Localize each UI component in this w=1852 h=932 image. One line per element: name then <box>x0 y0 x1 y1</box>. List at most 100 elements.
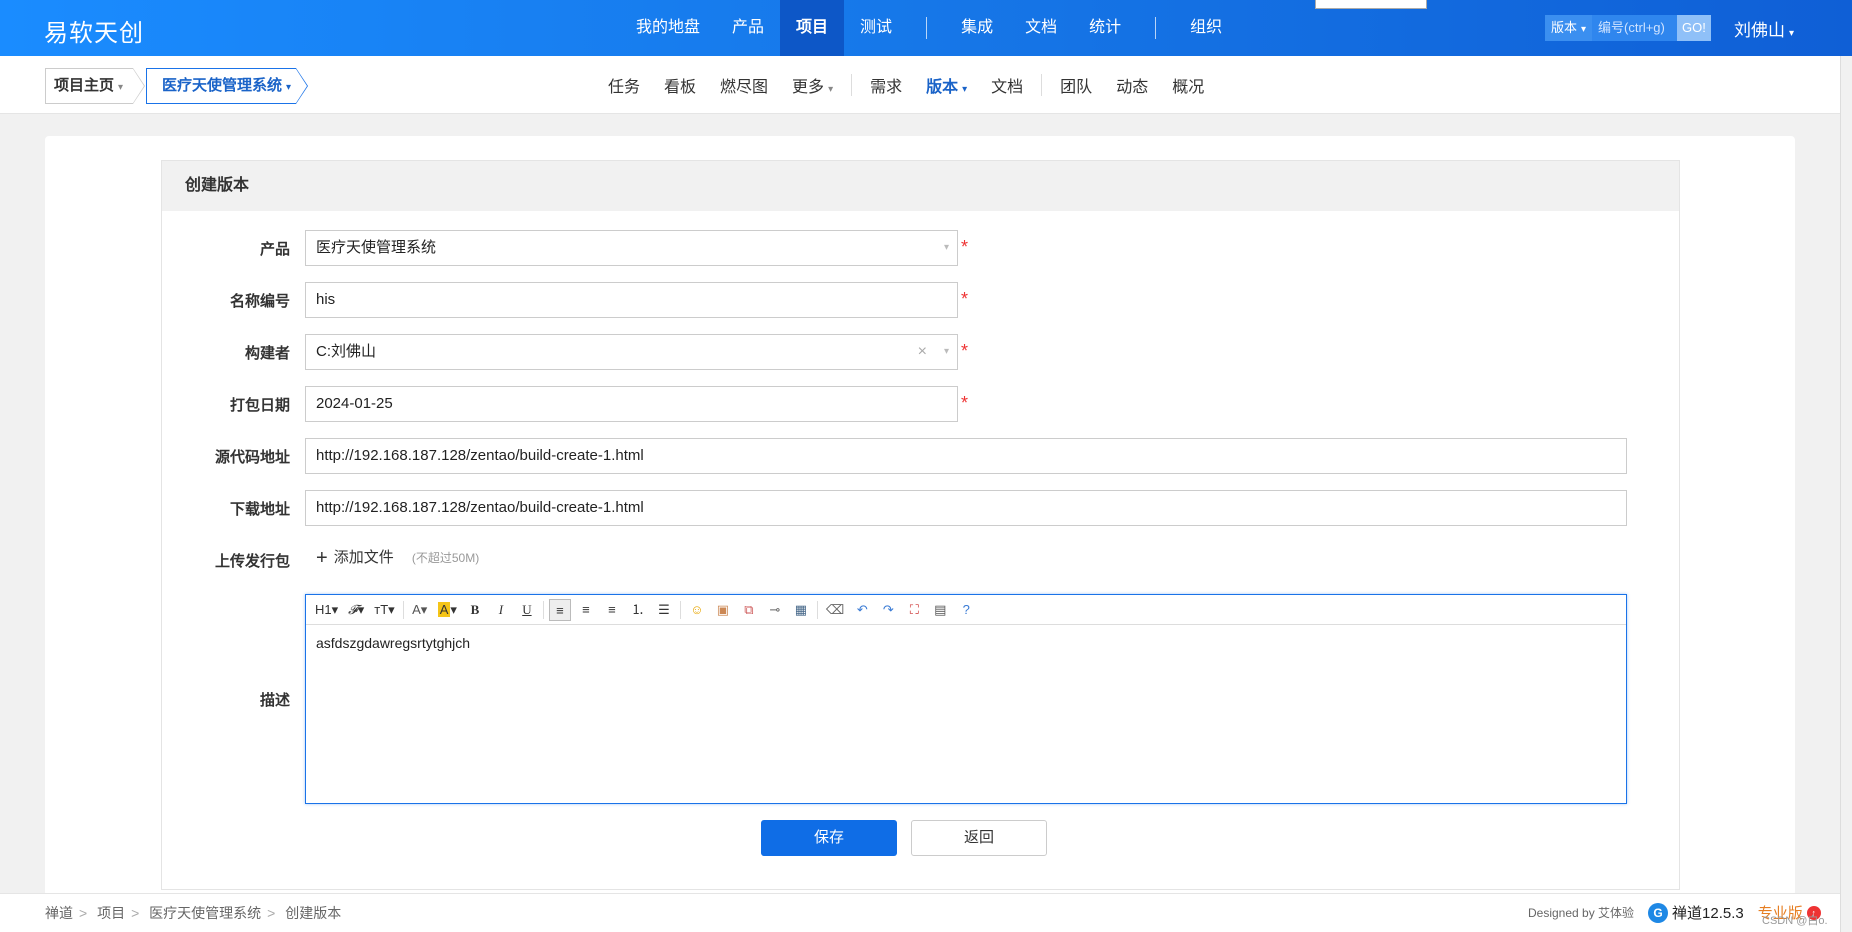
help-icon[interactable]: ? <box>955 599 977 621</box>
nav-my[interactable]: 我的地盘 <box>620 0 716 56</box>
toolbar-divider <box>679 600 681 619</box>
source-icon[interactable]: ▤ <box>929 599 951 621</box>
footer-crumb-project[interactable]: 项目 <box>97 905 125 921</box>
align-center-icon[interactable]: ≡ <box>575 599 597 621</box>
editor-content[interactable]: asfdszgdawregsrtytghjch <box>316 635 470 651</box>
font-color-icon[interactable]: A▾ <box>409 599 431 621</box>
underline-icon[interactable]: U <box>516 599 538 621</box>
chevron-down-icon: ▾ <box>1789 28 1795 39</box>
nav-test[interactable]: 测试 <box>844 0 908 56</box>
nav-project[interactable]: 项目 <box>780 0 845 56</box>
name-label: 名称编号 <box>229 293 290 310</box>
clear-icon[interactable]: × <box>918 335 927 369</box>
undo-icon[interactable]: ↶ <box>851 599 873 621</box>
product-label: 产品 <box>259 241 290 258</box>
subnav-kanban[interactable]: 看板 <box>652 73 708 97</box>
breadcrumb-label: 医疗天使管理系统 <box>162 77 283 94</box>
highlight-color-icon[interactable]: A ▾ <box>435 599 460 621</box>
nav-ci[interactable]: 集成 <box>945 0 1009 56</box>
subnav-team[interactable]: 团队 <box>1048 73 1104 97</box>
redo-icon[interactable]: ↷ <box>877 599 899 621</box>
breadcrumb-project[interactable]: 医疗天使管理系统 ▾ <box>146 68 296 104</box>
heading-icon[interactable]: H1▾ <box>312 599 341 621</box>
brand-logo[interactable]: 易软天创 <box>44 13 144 48</box>
download-label: 下载地址 <box>229 501 290 518</box>
user-menu[interactable]: 刘佛山 ▾ <box>1734 16 1794 41</box>
align-right-icon[interactable]: ≡ <box>601 599 623 621</box>
eraser-icon[interactable]: ⌫ <box>823 599 847 621</box>
nav-org[interactable]: 组织 <box>1174 0 1238 56</box>
chevron-down-icon: ▾ <box>943 346 949 357</box>
back-button[interactable]: 返回 <box>911 820 1047 856</box>
link-icon[interactable]: ⊸ <box>764 599 786 621</box>
product-select[interactable]: 医疗天使管理系统 ▾ <box>305 230 958 266</box>
name-input[interactable]: his <box>305 282 958 318</box>
nav-product[interactable]: 产品 <box>716 0 780 56</box>
panel-title: 创建版本 <box>162 161 1679 211</box>
footer-breadcrumb: 禅道 > 项目 > 医疗天使管理系统 > 创建版本 <box>45 903 341 923</box>
chevron-down-icon: ▾ <box>828 84 834 95</box>
subnav-more[interactable]: 更多 ▾ <box>780 73 845 97</box>
toolbar-divider <box>402 600 404 619</box>
required-mark: * <box>961 393 969 413</box>
designed-by[interactable]: Designed by 艾体验 <box>1528 904 1634 921</box>
search-box: 版本 ▾ 编号(ctrl+g) GO! <box>1545 15 1711 41</box>
ordered-list-icon[interactable]: ⒈ <box>627 599 649 621</box>
nav-divider <box>1155 17 1157 39</box>
code-icon[interactable]: ⧉ <box>738 599 760 621</box>
search-type-select[interactable]: 版本 ▾ <box>1545 15 1593 41</box>
subnav-dynamic[interactable]: 动态 <box>1104 73 1160 97</box>
upload-area: + 添加文件 (不超过50M) <box>316 546 479 570</box>
subnav-story[interactable]: 需求 <box>858 73 914 97</box>
breadcrumb-label: 项目主页 <box>54 77 115 94</box>
required-mark: * <box>961 289 969 309</box>
download-url-input[interactable]: http://192.168.187.128/zentao/build-crea… <box>305 490 1627 526</box>
project-subnav: 任务 看板 燃尽图 更多 ▾ 需求 版本 ▾ 文档 团队 动态 概况 <box>596 56 1216 114</box>
top-header: 易软天创 我的地盘 产品 项目 测试 集成 文档 统计 组织 版本 ▾ 编号(ct… <box>0 0 1852 56</box>
main-nav: 我的地盘 产品 项目 测试 集成 文档 统计 组织 <box>620 0 1238 56</box>
subnav-divider <box>1041 74 1043 96</box>
unordered-list-icon[interactable]: ☰ <box>653 599 675 621</box>
subnav-doc[interactable]: 文档 <box>979 73 1035 97</box>
breadcrumb-separator: > <box>79 905 88 921</box>
footer-crumb-current: 创建版本 <box>285 905 342 921</box>
subnav-build[interactable]: 版本 ▾ <box>914 73 979 97</box>
scm-path-input[interactable]: http://192.168.187.128/zentao/build-crea… <box>305 438 1627 474</box>
font-family-icon[interactable]: 𝓕▾ <box>345 599 367 621</box>
date-input[interactable]: 2024-01-25 <box>305 386 958 422</box>
image-icon[interactable]: ▣ <box>712 599 734 621</box>
upload-hint: (不超过50M) <box>411 551 480 565</box>
sub-header: 项目主页 ▾ 医疗天使管理系统 ▾ 任务 看板 燃尽图 更多 ▾ 需求 版本 ▾ 文档 … <box>0 56 1840 114</box>
fullscreen-icon[interactable]: ⛶ <box>903 599 925 621</box>
italic-icon[interactable]: I <box>490 599 512 621</box>
table-icon[interactable]: ▦ <box>790 599 812 621</box>
breadcrumb-project-home[interactable]: 项目主页 ▾ <box>45 68 133 104</box>
font-size-icon[interactable]: тT▾ <box>371 599 397 621</box>
align-left-icon[interactable]: ≡ <box>548 598 571 621</box>
footer-crumb-zentao[interactable]: 禅道 <box>45 905 73 921</box>
zentao-version[interactable]: 禅道12.5.3 <box>1672 902 1744 923</box>
subnav-task[interactable]: 任务 <box>596 73 652 97</box>
search-go-button[interactable]: GO! <box>1677 15 1711 41</box>
nav-stats[interactable]: 统计 <box>1073 0 1137 56</box>
subnav-burndown[interactable]: 燃尽图 <box>708 73 780 97</box>
desc-label: 描述 <box>259 692 290 709</box>
watermark: CSDN @白o. <box>1762 915 1828 927</box>
scrollbar[interactable] <box>1840 56 1852 932</box>
breadcrumb-arrow-fill <box>296 69 307 103</box>
required-mark: * <box>961 341 969 361</box>
nav-doc[interactable]: 文档 <box>1009 0 1073 56</box>
breadcrumb-separator: > <box>131 905 140 921</box>
search-input[interactable]: 编号(ctrl+g) <box>1592 15 1678 41</box>
upload-label: 上传发行包 <box>214 553 290 570</box>
save-button[interactable]: 保存 <box>761 820 897 856</box>
plus-icon: + <box>316 547 328 569</box>
footer-bar: 禅道 > 项目 > 医疗天使管理系统 > 创建版本 Designed by 艾体验 G… <box>0 893 1840 932</box>
add-file-button[interactable]: + 添加文件 <box>316 547 394 569</box>
emoticon-icon[interactable]: ☺ <box>686 599 708 621</box>
footer-crumb-product[interactable]: 医疗天使管理系统 <box>149 905 261 921</box>
subnav-overview[interactable]: 概况 <box>1160 73 1216 97</box>
description-editor[interactable]: H1▾ 𝓕▾ тT▾ A▾ A ▾ B I U ≡ ≡ ≡ ⒈ ☰ ☺ ▣ ⧉ ⊸… <box>305 594 1627 804</box>
bold-icon[interactable]: B <box>464 599 486 621</box>
builder-select[interactable]: C:刘佛山 × ▾ <box>305 334 958 370</box>
